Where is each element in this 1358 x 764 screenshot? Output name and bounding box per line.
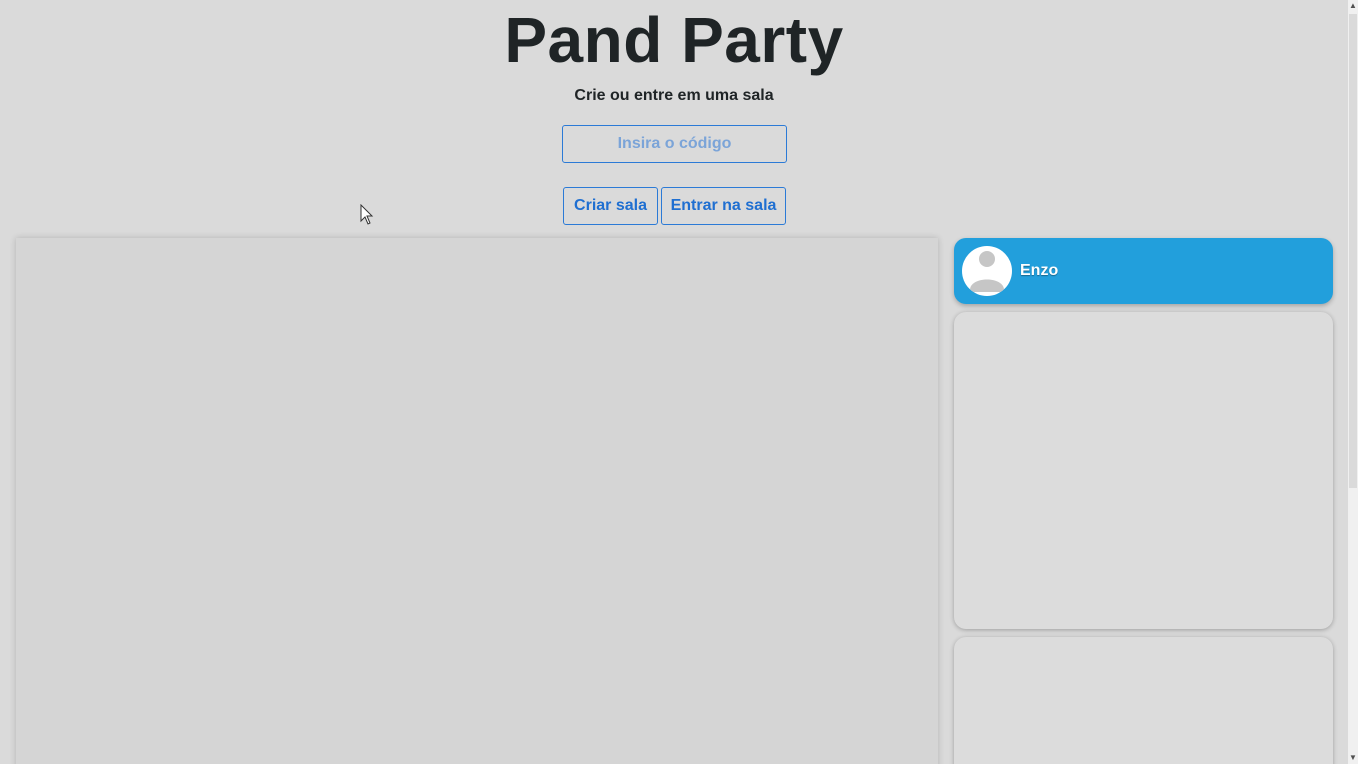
page-subtitle: Crie ou entre em uma sala (574, 87, 774, 104)
user-name: Enzo (1020, 262, 1059, 279)
user-avatar-icon (962, 246, 1012, 296)
queue-panel[interactable] (954, 637, 1333, 764)
video-player-area[interactable] (16, 238, 938, 764)
scroll-down-icon[interactable]: ▼ (1348, 752, 1358, 764)
join-room-button[interactable]: Entrar na sala (661, 187, 786, 225)
create-room-button[interactable]: Criar sala (563, 187, 658, 225)
scroll-thumb[interactable] (1349, 14, 1357, 488)
page: Pand Party Crie ou entre em uma sala Cri… (0, 0, 1358, 764)
page-scrollbar[interactable]: ▲ ▼ (1348, 0, 1358, 764)
room-code-input[interactable] (562, 125, 787, 163)
user-card: Enzo (954, 238, 1333, 304)
mouse-cursor-icon (360, 204, 374, 225)
page-title: Pand Party (504, 4, 844, 76)
chat-panel[interactable] (954, 312, 1333, 629)
scroll-up-icon[interactable]: ▲ (1348, 0, 1358, 12)
